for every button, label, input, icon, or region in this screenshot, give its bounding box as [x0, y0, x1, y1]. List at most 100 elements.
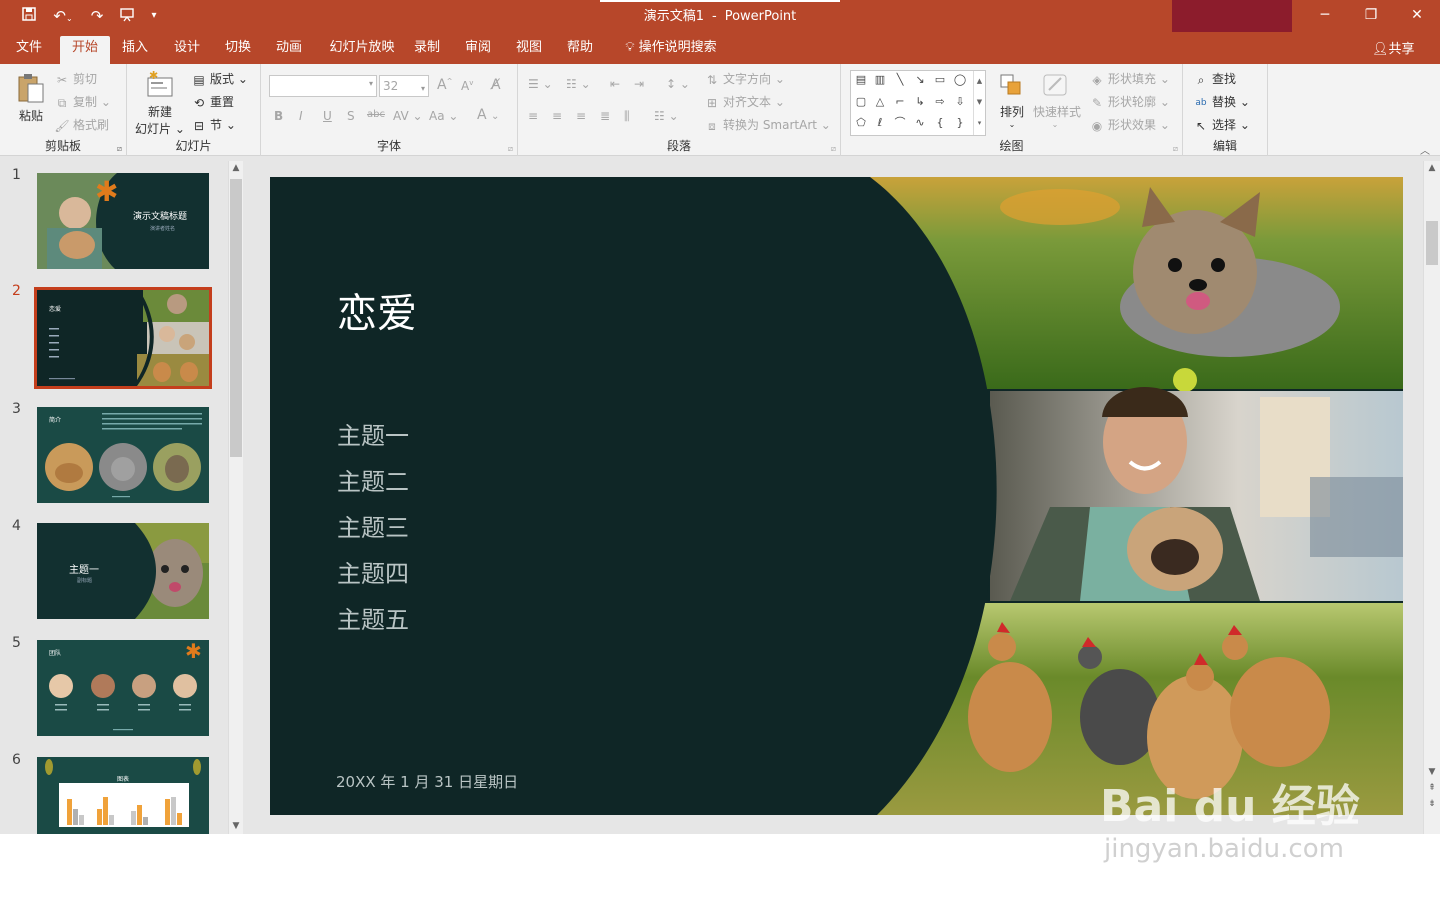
- elbow-arrow-shape-icon[interactable]: ↳: [913, 96, 927, 108]
- pentagon-shape-icon[interactable]: ⬠: [854, 117, 868, 129]
- slide-topic-item[interactable]: 主题二: [337, 462, 409, 497]
- char-spacing-button[interactable]: AV ⌄: [393, 109, 423, 123]
- clear-format-icon[interactable]: A̸: [491, 77, 501, 93]
- paste-button[interactable]: 粘贴: [14, 72, 48, 124]
- scroll-down-icon[interactable]: ▼: [1424, 767, 1440, 777]
- text-direction-button[interactable]: ⇅ 文字方向 ⌄: [704, 70, 785, 87]
- scroll-thumb[interactable]: [1426, 221, 1438, 265]
- current-slide[interactable]: 恋爱 主题一 主题二 主题三 主题四 主题五 20XX 年 1 月 31 日星期…: [270, 177, 1403, 815]
- textbox-shape-icon[interactable]: ▤: [854, 74, 868, 86]
- tab-review[interactable]: 审阅: [458, 36, 498, 64]
- dialog-launcher-icon[interactable]: ⧄: [831, 144, 836, 154]
- tab-home[interactable]: 开始: [60, 36, 110, 64]
- strikethrough-button[interactable]: abc: [367, 109, 385, 120]
- select-button[interactable]: ↖ 选择 ⌄: [1193, 116, 1250, 133]
- undo-icon[interactable]: ↶⌄: [48, 6, 78, 26]
- slide-topic-item[interactable]: 主题三: [337, 508, 409, 543]
- tab-transitions[interactable]: 切换: [216, 36, 260, 64]
- font-size-dropdown[interactable]: 32 ▾: [379, 75, 429, 97]
- font-color-button[interactable]: A ⌄: [477, 107, 499, 123]
- find-button[interactable]: ⌕ 查找: [1193, 70, 1236, 87]
- customize-icon[interactable]: ▾: [146, 6, 162, 26]
- thumbnail-slide-2[interactable]: 恋爱: [34, 287, 212, 389]
- tab-animations[interactable]: 动画: [267, 36, 311, 64]
- right-arrow-shape-icon[interactable]: ⇨: [933, 96, 947, 108]
- rounded-rect-shape-icon[interactable]: ▢: [854, 96, 868, 108]
- columns-icon[interactable]: ☷ ⌄: [654, 109, 679, 123]
- align-center-icon[interactable]: ≡: [552, 109, 562, 123]
- line-shape-icon[interactable]: ╲: [893, 74, 907, 86]
- dialog-launcher-icon[interactable]: ⧄: [1173, 144, 1178, 154]
- redo-icon[interactable]: ↷: [86, 6, 108, 26]
- section-button[interactable]: ⊟ 节 ⌄: [191, 116, 236, 133]
- numbering-icon[interactable]: ☷ ⌄: [566, 77, 591, 91]
- shape-effects-button[interactable]: ◉ 形状效果 ⌄: [1089, 116, 1170, 133]
- italic-button[interactable]: I: [299, 109, 303, 123]
- distribute-icon[interactable]: ⫼: [624, 109, 630, 124]
- shape-fill-button[interactable]: ◈ 形状填充 ⌄: [1089, 70, 1170, 87]
- underline-button[interactable]: U: [323, 109, 332, 123]
- bold-button[interactable]: B: [274, 109, 283, 123]
- thumbnail-slide-5[interactable]: ✱ 团队: [37, 640, 209, 736]
- dialog-launcher-icon[interactable]: ⧄: [117, 144, 122, 154]
- slide-topic-item[interactable]: 主题一: [337, 416, 409, 451]
- grow-font-icon[interactable]: A^: [437, 77, 452, 93]
- thumbnail-scrollbar[interactable]: ▲ ▼: [228, 161, 243, 834]
- down-arrow-shape-icon[interactable]: ⇩: [953, 96, 967, 108]
- minimize-icon[interactable]: ─: [1302, 0, 1348, 32]
- arc-shape-icon[interactable]: ⌒: [893, 117, 907, 129]
- restore-icon[interactable]: ❐: [1348, 0, 1394, 32]
- left-brace-shape-icon[interactable]: {: [933, 117, 947, 129]
- bullets-icon[interactable]: ☰ ⌄: [528, 77, 553, 91]
- line-spacing-icon[interactable]: ↕ ⌄: [666, 77, 690, 91]
- scroll-down-icon[interactable]: ▼: [229, 821, 243, 831]
- increase-indent-icon[interactable]: ⇥: [634, 77, 644, 91]
- slide-topic-item[interactable]: 主题五: [337, 600, 409, 635]
- justify-icon[interactable]: ≣: [600, 109, 610, 123]
- scroll-up-icon[interactable]: ▲: [229, 163, 243, 173]
- arrange-button[interactable]: 排列 ⌄: [995, 72, 1029, 129]
- tell-me-search[interactable]: 💡︎ 操作说明搜索: [616, 36, 726, 64]
- shadow-button[interactable]: S: [347, 109, 355, 123]
- present-icon[interactable]: [116, 6, 138, 26]
- share-button[interactable]: 👤︎共享: [1372, 38, 1415, 57]
- triangle-shape-icon[interactable]: △: [873, 96, 887, 108]
- align-text-button[interactable]: ⊞ 对齐文本 ⌄: [704, 93, 785, 110]
- next-slide-icon[interactable]: ⇟: [1424, 799, 1440, 809]
- thumbnail-slide-1[interactable]: ✱ 演示文稿标题 演讲者姓名: [37, 173, 209, 269]
- previous-slide-icon[interactable]: ⇞: [1424, 783, 1440, 793]
- cut-button[interactable]: ✂ 剪切: [54, 70, 97, 87]
- format-painter-button[interactable]: 🖌︎ 格式刷: [54, 116, 109, 133]
- replace-button[interactable]: ab 替换 ⌄: [1193, 93, 1250, 110]
- thumbnail-slide-4[interactable]: 主题一 副标题: [37, 523, 209, 619]
- scroll-thumb[interactable]: [230, 179, 242, 457]
- elbow-connector-shape-icon[interactable]: ⌐: [893, 96, 907, 108]
- shapes-gallery[interactable]: ▤ ▥ ╲ ↘ ▭ ◯ ▢ △ ⌐ ↳ ⇨ ⇩ ⬠ ℓ ⌒ ∿ { } ▲ ▼ ▾: [850, 70, 986, 136]
- curve-shape-icon[interactable]: ∿: [913, 117, 927, 129]
- tab-record[interactable]: 录制: [408, 36, 446, 64]
- collapse-ribbon-icon[interactable]: ︿: [1420, 142, 1430, 157]
- oval-shape-icon[interactable]: ◯: [953, 74, 967, 86]
- tab-design[interactable]: 设计: [164, 36, 210, 64]
- gallery-scroll[interactable]: ▲ ▼ ▾: [973, 71, 985, 135]
- slide-title[interactable]: 恋爱: [337, 281, 417, 339]
- tab-help[interactable]: 帮助: [560, 36, 600, 64]
- slide-topic-item[interactable]: 主题四: [337, 554, 409, 589]
- smartart-button[interactable]: ⧈ 转换为 SmartArt ⌄: [704, 116, 831, 133]
- shape-outline-button[interactable]: ✎ 形状轮廓 ⌄: [1089, 93, 1170, 110]
- align-right-icon[interactable]: ≡: [576, 109, 586, 123]
- tab-insert[interactable]: 插入: [114, 36, 156, 64]
- scroll-up-icon[interactable]: ▲: [1424, 163, 1440, 173]
- layout-button[interactable]: ▤ 版式 ⌄: [191, 70, 248, 87]
- right-brace-shape-icon[interactable]: }: [953, 117, 967, 129]
- tab-view[interactable]: 视图: [508, 36, 550, 64]
- arrow-line-shape-icon[interactable]: ↘: [913, 74, 927, 86]
- tab-file[interactable]: 文件: [6, 36, 52, 64]
- change-case-button[interactable]: Aa ⌄: [429, 109, 458, 123]
- shrink-font-icon[interactable]: Av: [461, 79, 473, 93]
- thumbnail-slide-3[interactable]: 简介: [37, 407, 209, 503]
- decrease-indent-icon[interactable]: ⇤: [610, 77, 620, 91]
- slide-scrollbar[interactable]: ▲ ▼ ⇞ ⇟: [1423, 161, 1440, 834]
- align-left-icon[interactable]: ≡: [528, 109, 538, 123]
- rectangle-shape-icon[interactable]: ▭: [933, 74, 947, 86]
